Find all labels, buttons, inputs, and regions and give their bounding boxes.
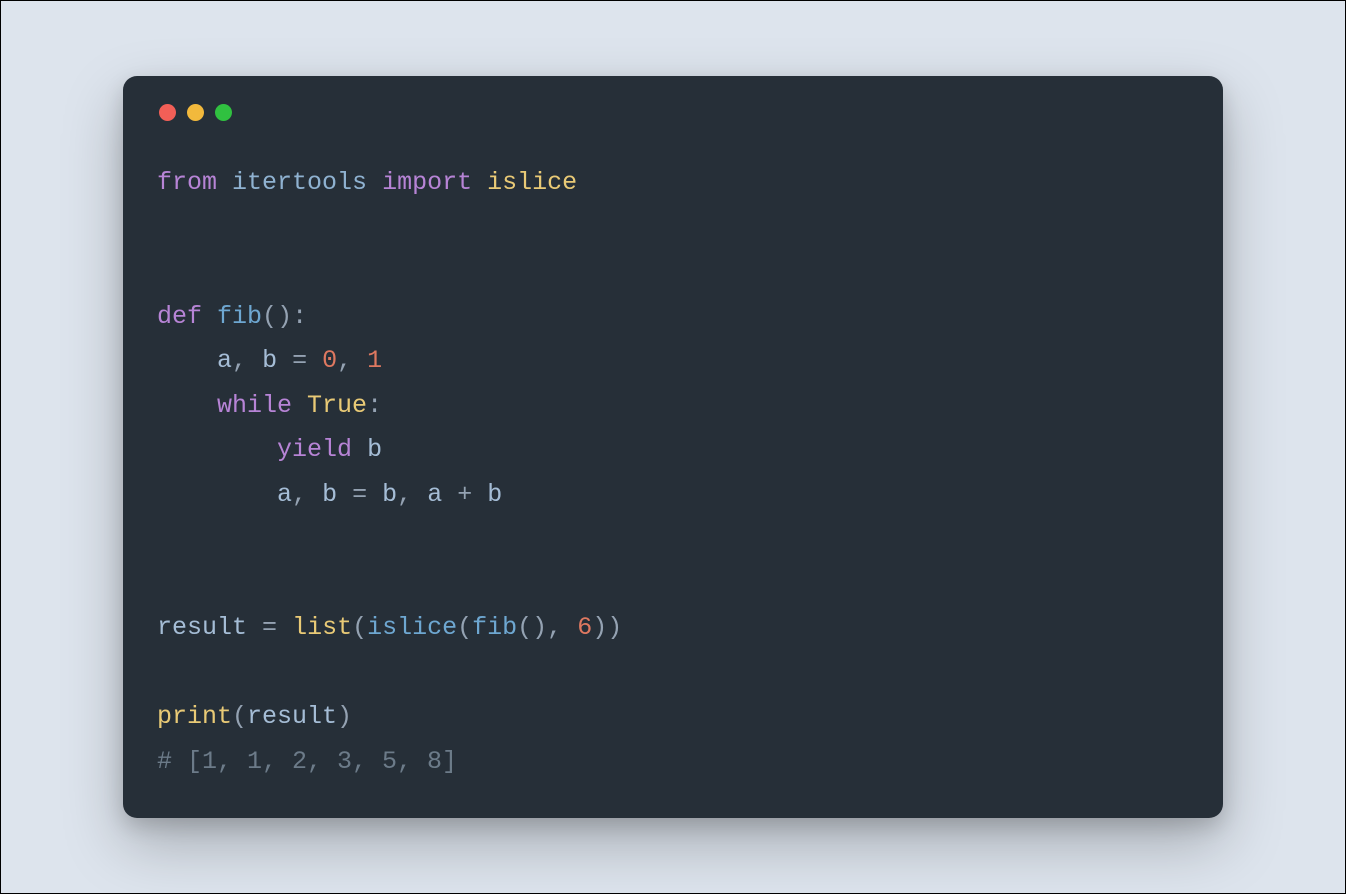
token-default — [367, 168, 382, 197]
token-punct: , — [397, 480, 412, 509]
token-default — [277, 613, 292, 642]
code-block: from itertools import islice def fib(): … — [157, 161, 1189, 784]
token-builtin: print — [157, 702, 232, 731]
token-default — [352, 346, 367, 375]
token-op: = — [262, 613, 277, 642]
token-default — [442, 480, 457, 509]
token-punct: ) — [592, 613, 607, 642]
token-op: + — [457, 480, 472, 509]
token-default — [247, 346, 262, 375]
token-var: a — [217, 346, 232, 375]
token-var: a — [427, 480, 442, 509]
token-default — [157, 480, 277, 509]
token-default — [472, 168, 487, 197]
token-funcname: fib — [217, 302, 262, 331]
token-var: a — [277, 480, 292, 509]
token-keyword: def — [157, 302, 202, 331]
token-funcname: islice — [367, 613, 457, 642]
token-punct: , — [232, 346, 247, 375]
close-icon[interactable] — [159, 104, 176, 121]
token-default — [307, 480, 322, 509]
token-punct: ) — [532, 613, 547, 642]
token-punct: ) — [277, 302, 292, 331]
token-default — [337, 480, 352, 509]
token-num: 6 — [577, 613, 592, 642]
token-keyword: from — [157, 168, 217, 197]
token-default — [247, 613, 262, 642]
token-default — [217, 168, 232, 197]
token-default — [367, 480, 382, 509]
token-var: result — [247, 702, 337, 731]
token-punct: , — [292, 480, 307, 509]
minimize-icon[interactable] — [187, 104, 204, 121]
token-default — [157, 391, 217, 420]
token-default — [307, 346, 322, 375]
token-keyword: import — [382, 168, 472, 197]
token-default — [292, 391, 307, 420]
token-punct: , — [547, 613, 562, 642]
token-punct: ( — [232, 702, 247, 731]
token-punct: ( — [457, 613, 472, 642]
token-num: 1 — [367, 346, 382, 375]
token-keyword: while — [217, 391, 292, 420]
token-module: itertools — [232, 168, 367, 197]
token-default — [472, 480, 487, 509]
token-punct: , — [337, 346, 352, 375]
code-window: from itertools import islice def fib(): … — [123, 76, 1223, 818]
token-clsname: islice — [487, 168, 577, 197]
token-default — [157, 435, 277, 464]
token-var: b — [487, 480, 502, 509]
token-punct: : — [292, 302, 307, 331]
token-punct: ( — [517, 613, 532, 642]
token-builtin: list — [292, 613, 352, 642]
token-punct: ( — [262, 302, 277, 331]
maximize-icon[interactable] — [215, 104, 232, 121]
token-var: result — [157, 613, 247, 642]
token-punct: ) — [607, 613, 622, 642]
token-var: b — [367, 435, 382, 464]
token-funcname: fib — [472, 613, 517, 642]
token-default — [412, 480, 427, 509]
token-op: = — [292, 346, 307, 375]
token-op: = — [352, 480, 367, 509]
token-punct: ( — [352, 613, 367, 642]
token-default — [277, 346, 292, 375]
token-punct: ) — [337, 702, 352, 731]
traffic-lights — [159, 104, 1189, 121]
token-num: 0 — [322, 346, 337, 375]
token-default — [202, 302, 217, 331]
token-clsname: True — [307, 391, 367, 420]
token-default — [352, 435, 367, 464]
token-var: b — [382, 480, 397, 509]
token-var: b — [262, 346, 277, 375]
token-var: b — [322, 480, 337, 509]
token-punct: : — [367, 391, 382, 420]
token-keyword: yield — [277, 435, 352, 464]
token-default — [157, 346, 217, 375]
token-default — [562, 613, 577, 642]
token-comment: # [1, 1, 2, 3, 5, 8] — [157, 747, 457, 776]
